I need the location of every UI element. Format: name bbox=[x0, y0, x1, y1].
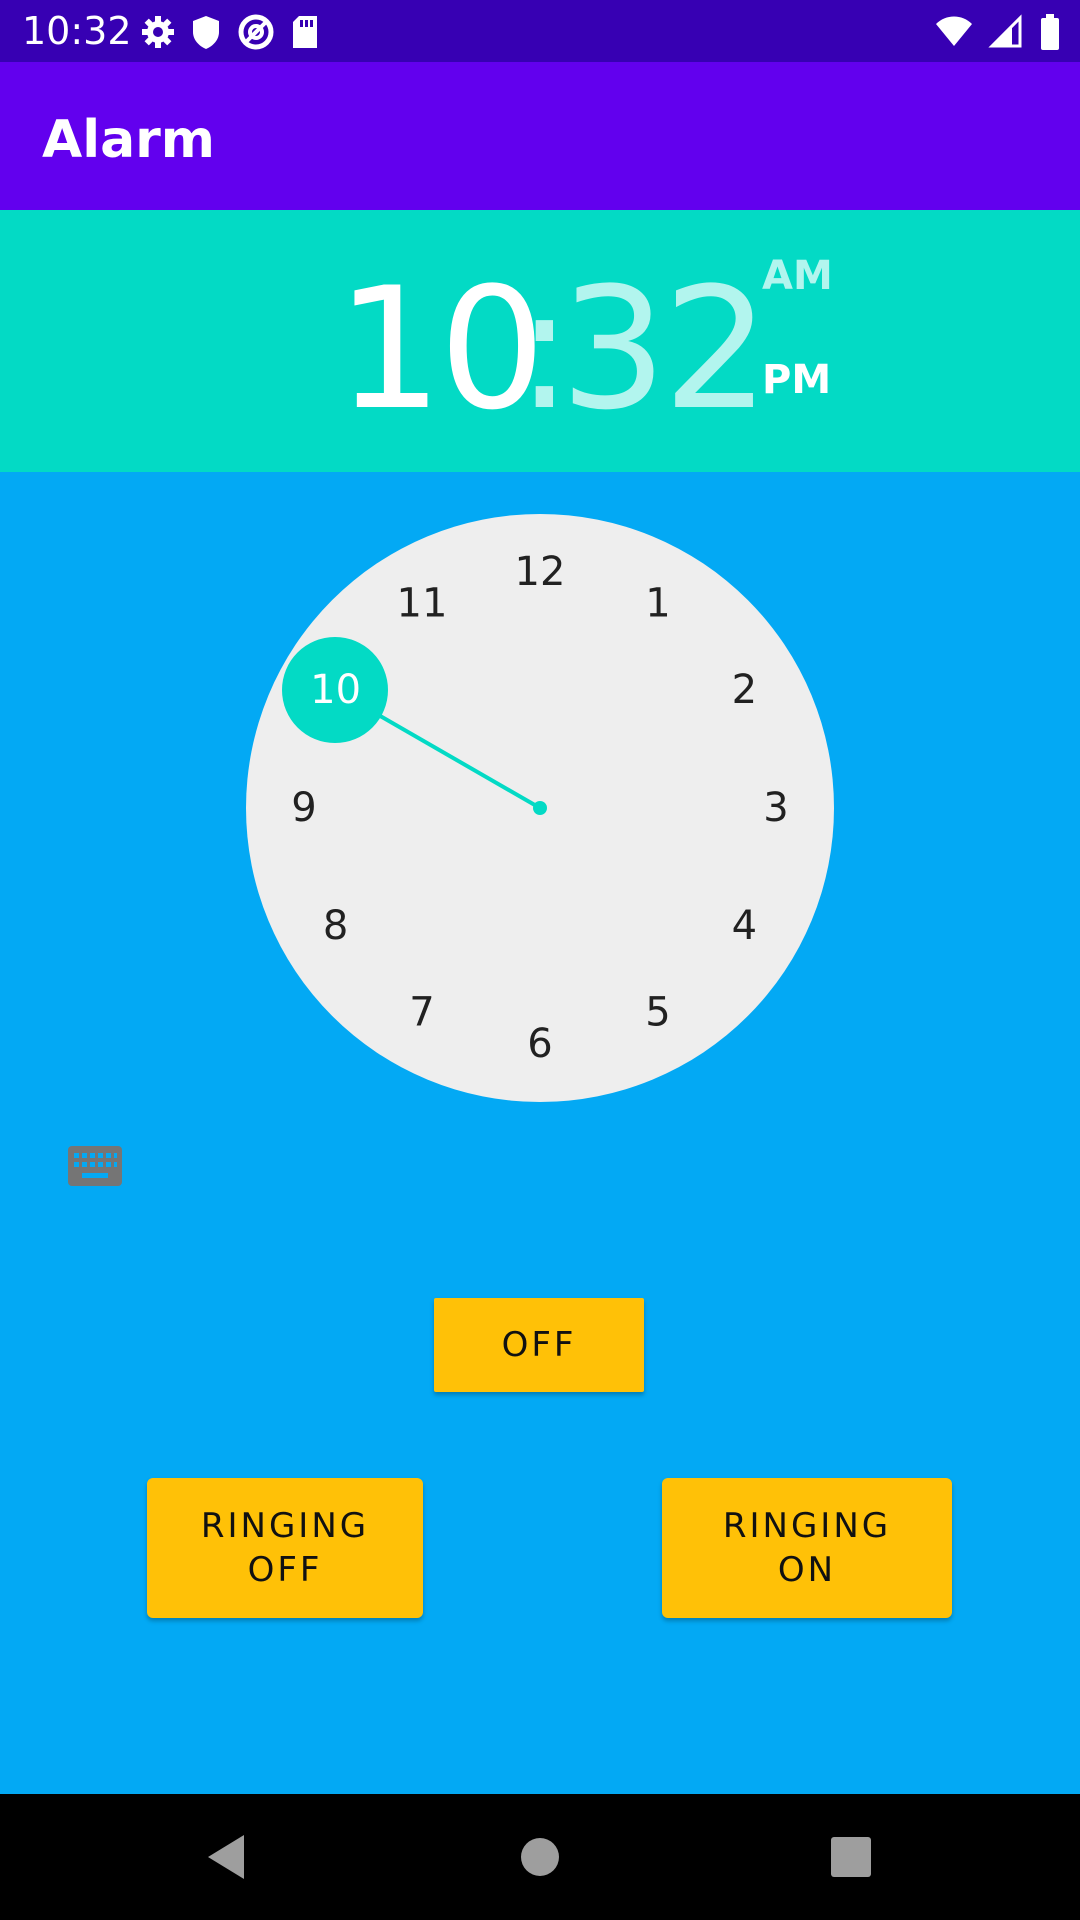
clock-number-6[interactable]: 6 bbox=[527, 1021, 552, 1067]
clock-number-10[interactable]: 10 bbox=[310, 667, 361, 713]
app-title: Alarm bbox=[42, 110, 215, 170]
battery-icon bbox=[1038, 12, 1062, 52]
clock-number-3[interactable]: 3 bbox=[763, 785, 788, 831]
clock-face[interactable]: 121234567891011 bbox=[246, 514, 834, 1102]
data-saver-icon bbox=[236, 12, 276, 52]
clock-number-8[interactable]: 8 bbox=[323, 903, 348, 949]
recents-icon[interactable] bbox=[831, 1837, 871, 1877]
time-picker-header: 10 : 32 AM PM bbox=[0, 210, 1080, 472]
am-toggle[interactable]: AM bbox=[762, 252, 833, 300]
status-time: 10:32 bbox=[22, 9, 132, 53]
clock-number-7[interactable]: 7 bbox=[409, 989, 434, 1035]
clock-dial[interactable]: 12 1 2 3 4 5 6 7 8 9 10 11 bbox=[246, 514, 834, 1102]
shield-icon bbox=[190, 12, 222, 52]
back-icon[interactable] bbox=[204, 1833, 248, 1881]
off-button[interactable]: OFF bbox=[434, 1298, 644, 1392]
signal-icon bbox=[988, 12, 1024, 52]
clock-number-1[interactable]: 1 bbox=[645, 581, 670, 627]
app-bar: Alarm bbox=[0, 62, 1080, 210]
sd-card-icon bbox=[290, 12, 320, 52]
navigation-bar bbox=[0, 1794, 1080, 1920]
clock-number-9[interactable]: 9 bbox=[291, 785, 316, 831]
hour-display[interactable]: 10 bbox=[336, 254, 546, 444]
wifi-icon bbox=[934, 12, 974, 52]
ringing-on-button[interactable]: RINGING ON bbox=[662, 1478, 952, 1618]
settings-icon bbox=[140, 12, 176, 52]
clock-center-dot bbox=[533, 801, 547, 815]
status-icons-left bbox=[140, 12, 320, 52]
ringing-off-button[interactable]: RINGING OFF bbox=[147, 1478, 423, 1618]
keyboard-icon[interactable] bbox=[68, 1146, 122, 1186]
pm-toggle[interactable]: PM bbox=[762, 356, 831, 404]
clock-number-2[interactable]: 2 bbox=[732, 667, 757, 713]
clock-number-5[interactable]: 5 bbox=[645, 989, 670, 1035]
minute-display[interactable]: 32 bbox=[560, 254, 770, 444]
clock-number-12[interactable]: 12 bbox=[515, 549, 566, 595]
status-bar: 10:32 bbox=[0, 0, 1080, 62]
clock-number-11[interactable]: 11 bbox=[397, 581, 448, 627]
clock-number-4[interactable]: 4 bbox=[732, 903, 757, 949]
home-icon[interactable] bbox=[520, 1837, 560, 1877]
status-icons-right bbox=[934, 12, 1062, 52]
